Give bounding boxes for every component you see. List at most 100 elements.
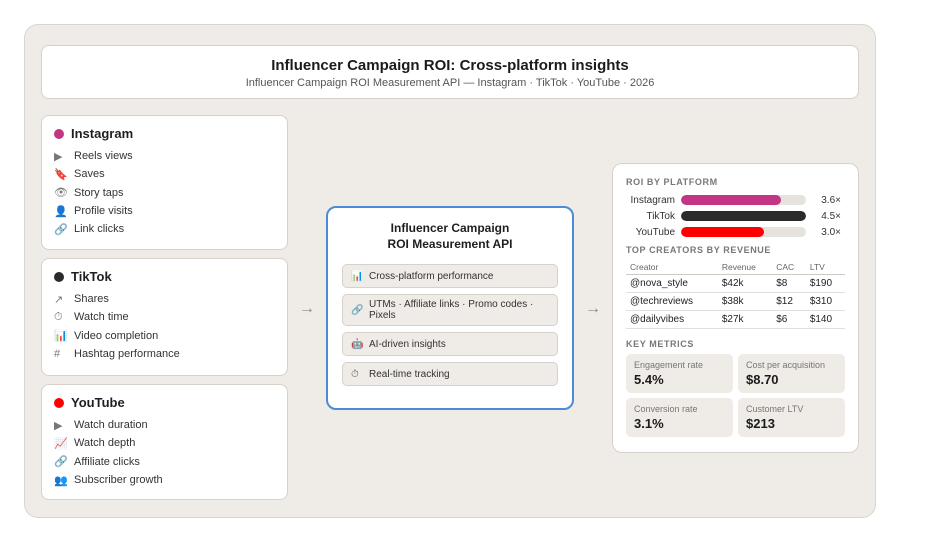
platform-metric-item: 👁 Story taps xyxy=(54,184,275,202)
column-header: LTV xyxy=(805,260,845,275)
roi-value: 3.0× xyxy=(821,226,841,238)
platform-metric-list: ▶ Reels views 🔖 Saves 👁 Story taps 👤 Profile vi… xyxy=(54,147,275,238)
platform-metric-item: 👤 Profile visits xyxy=(54,202,275,220)
platform-metric-item: ▶ Watch duration xyxy=(54,416,275,434)
share-icon: ↗ xyxy=(54,293,64,306)
platform-metric-item: 🔖 Saves xyxy=(54,165,275,183)
metric-label: Customer LTV xyxy=(746,403,804,414)
table-cell: $38k xyxy=(717,292,773,311)
metric-label: Engagement rate xyxy=(634,359,704,370)
api-title: Influencer Campaign ROI Measurement API xyxy=(387,221,513,251)
api-feature-label: Cross-platform performance xyxy=(369,270,494,282)
roi-value: 4.5× xyxy=(821,210,841,222)
platform-metric-label: Subscriber growth xyxy=(74,474,163,487)
page-title: Influencer Campaign ROI: Cross-platform … xyxy=(271,57,629,74)
platform-metric-item: 🔗 Link clicks xyxy=(54,220,275,238)
metric-value: 3.1% xyxy=(634,415,664,431)
roi-row-instagram: Instagram 3.6× xyxy=(626,192,845,208)
platform-metric-label: Video completion xyxy=(74,329,159,342)
page-subtitle: Influencer Campaign ROI Measurement API … xyxy=(245,77,655,89)
table-row: @nova_style $42k $8 $190 xyxy=(626,274,845,293)
arrow-right-icon: → xyxy=(299,300,315,317)
platform-metric-label: Hashtag performance xyxy=(74,348,180,361)
table-cell: $42k xyxy=(717,274,773,293)
table-cell: $310 xyxy=(805,292,845,311)
platform-card-instagram: Instagram ▶ Reels views 🔖 Saves 👁 Story taps 👤… xyxy=(41,115,288,250)
link-icon: 🔗 xyxy=(54,223,68,236)
roi-platform-label: Instagram xyxy=(630,194,675,206)
stopwatch-icon: ⏱ xyxy=(54,310,63,323)
table-row: @dailyvibes $27k $6 $140 xyxy=(626,310,845,329)
platform-card-tiktok: TikTok ↗ Shares ⏱ Watch time 📊 Video completi… xyxy=(41,258,288,376)
api-feature-label: Real-time tracking xyxy=(369,368,450,380)
table-cell: $6 xyxy=(772,310,806,329)
link-icon: 🔗 xyxy=(351,304,364,316)
table-cell: $8 xyxy=(772,274,806,293)
table-cell: $190 xyxy=(805,274,845,293)
platform-metric-label: Watch duration xyxy=(74,419,148,432)
eye-icon: 👁 xyxy=(54,187,68,200)
arrow-right-icon: → xyxy=(585,300,601,317)
instagram-dot-icon xyxy=(54,128,64,139)
roi-value: 3.6× xyxy=(821,194,841,206)
table-cell: @nova_style xyxy=(626,274,718,293)
platform-metric-item: 👥 Subscriber growth xyxy=(54,471,275,489)
platform-name: YouTube xyxy=(71,395,125,410)
platform-metric-item: 🔗 Affiliate clicks xyxy=(54,453,275,471)
roi-section-label: ROI BY PLATFORM xyxy=(626,177,718,187)
link-icon: 🔗 xyxy=(54,456,68,469)
metric-value: 5.4% xyxy=(634,371,664,387)
table-cell: $12 xyxy=(772,292,806,311)
platform-metric-label: Reels views xyxy=(74,150,133,163)
tiktok-dot-icon xyxy=(54,271,64,282)
play-icon: ▶ xyxy=(54,150,63,163)
platform-metric-item: ▶ Reels views xyxy=(54,147,275,165)
api-feature: 📊 Cross-platform performance xyxy=(342,264,558,288)
platform-metric-label: Watch time xyxy=(74,311,129,324)
metric-label: Conversion rate xyxy=(634,403,698,414)
column-header: Revenue xyxy=(717,260,773,275)
stopwatch-icon: ⏱ xyxy=(351,368,359,380)
roi-platform-label: YouTube xyxy=(635,226,675,238)
roi-bars: Instagram 3.6× TikTok 4.5× YouTube 3.0× xyxy=(626,192,845,240)
users-icon: 👥 xyxy=(54,474,68,487)
youtube-dot-icon xyxy=(54,397,64,408)
results-panel: ROI BY PLATFORM Instagram 3.6× TikTok 4.5× Y… xyxy=(612,163,859,453)
platform-metric-list: ▶ Watch duration 📈 Watch depth 🔗 Affiliate cl… xyxy=(54,416,275,489)
platform-metric-item: # Hashtag performance xyxy=(54,345,275,363)
table-row: @techreviews $38k $12 $310 xyxy=(626,292,845,311)
roi-platform-label: TikTok xyxy=(646,210,675,222)
roi-bar-track xyxy=(681,211,806,221)
api-feature: ⏱ Real-time tracking xyxy=(342,362,558,386)
platform-metric-label: Story taps xyxy=(74,186,124,199)
platform-metric-label: Affiliate clicks xyxy=(74,455,140,468)
platform-metric-list: ↗ Shares ⏱ Watch time 📊 Video completion # Hash… xyxy=(54,290,275,363)
creators-section-label: TOP CREATORS BY REVENUE xyxy=(626,245,771,255)
metric-value: $8.70 xyxy=(746,371,779,387)
table-header-row: Creator Revenue CAC LTV xyxy=(626,260,845,275)
metric-card: Customer LTV $213 xyxy=(738,397,845,437)
platform-metric-label: Shares xyxy=(74,293,109,306)
column-header: CAC xyxy=(772,260,806,275)
column-header: Creator xyxy=(626,260,718,275)
platform-metric-label: Profile visits xyxy=(74,205,133,218)
user-icon: 👤 xyxy=(54,205,68,218)
roi-bar xyxy=(681,227,765,237)
robot-icon: 🤖 xyxy=(351,338,364,350)
metric-value: $213 xyxy=(746,415,775,431)
metric-card: Cost per acquisition $8.70 xyxy=(738,353,845,393)
platform-metric-item: 📊 Video completion xyxy=(54,327,275,345)
platform-name: Instagram xyxy=(71,126,134,141)
platform-metric-item: ↗ Shares xyxy=(54,290,275,308)
api-feature: 🤖 AI-driven insights xyxy=(342,332,558,356)
bar-chart-icon: 📊 xyxy=(351,270,364,282)
metric-card: Conversion rate 3.1% xyxy=(626,397,733,437)
trend-chart-icon: 📈 xyxy=(54,437,68,450)
api-feature-list: 📊 Cross-platform performance 🔗 UTMs · Affil… xyxy=(342,264,558,386)
play-icon: ▶ xyxy=(54,419,63,432)
hashtag-icon: # xyxy=(54,348,61,361)
platform-card-youtube: YouTube ▶ Watch duration 📈 Watch depth 🔗 Affi… xyxy=(41,384,288,500)
roi-bar xyxy=(681,195,781,205)
roi-row-youtube: YouTube 3.0× xyxy=(626,224,845,240)
bar-chart-icon: 📊 xyxy=(54,330,68,343)
